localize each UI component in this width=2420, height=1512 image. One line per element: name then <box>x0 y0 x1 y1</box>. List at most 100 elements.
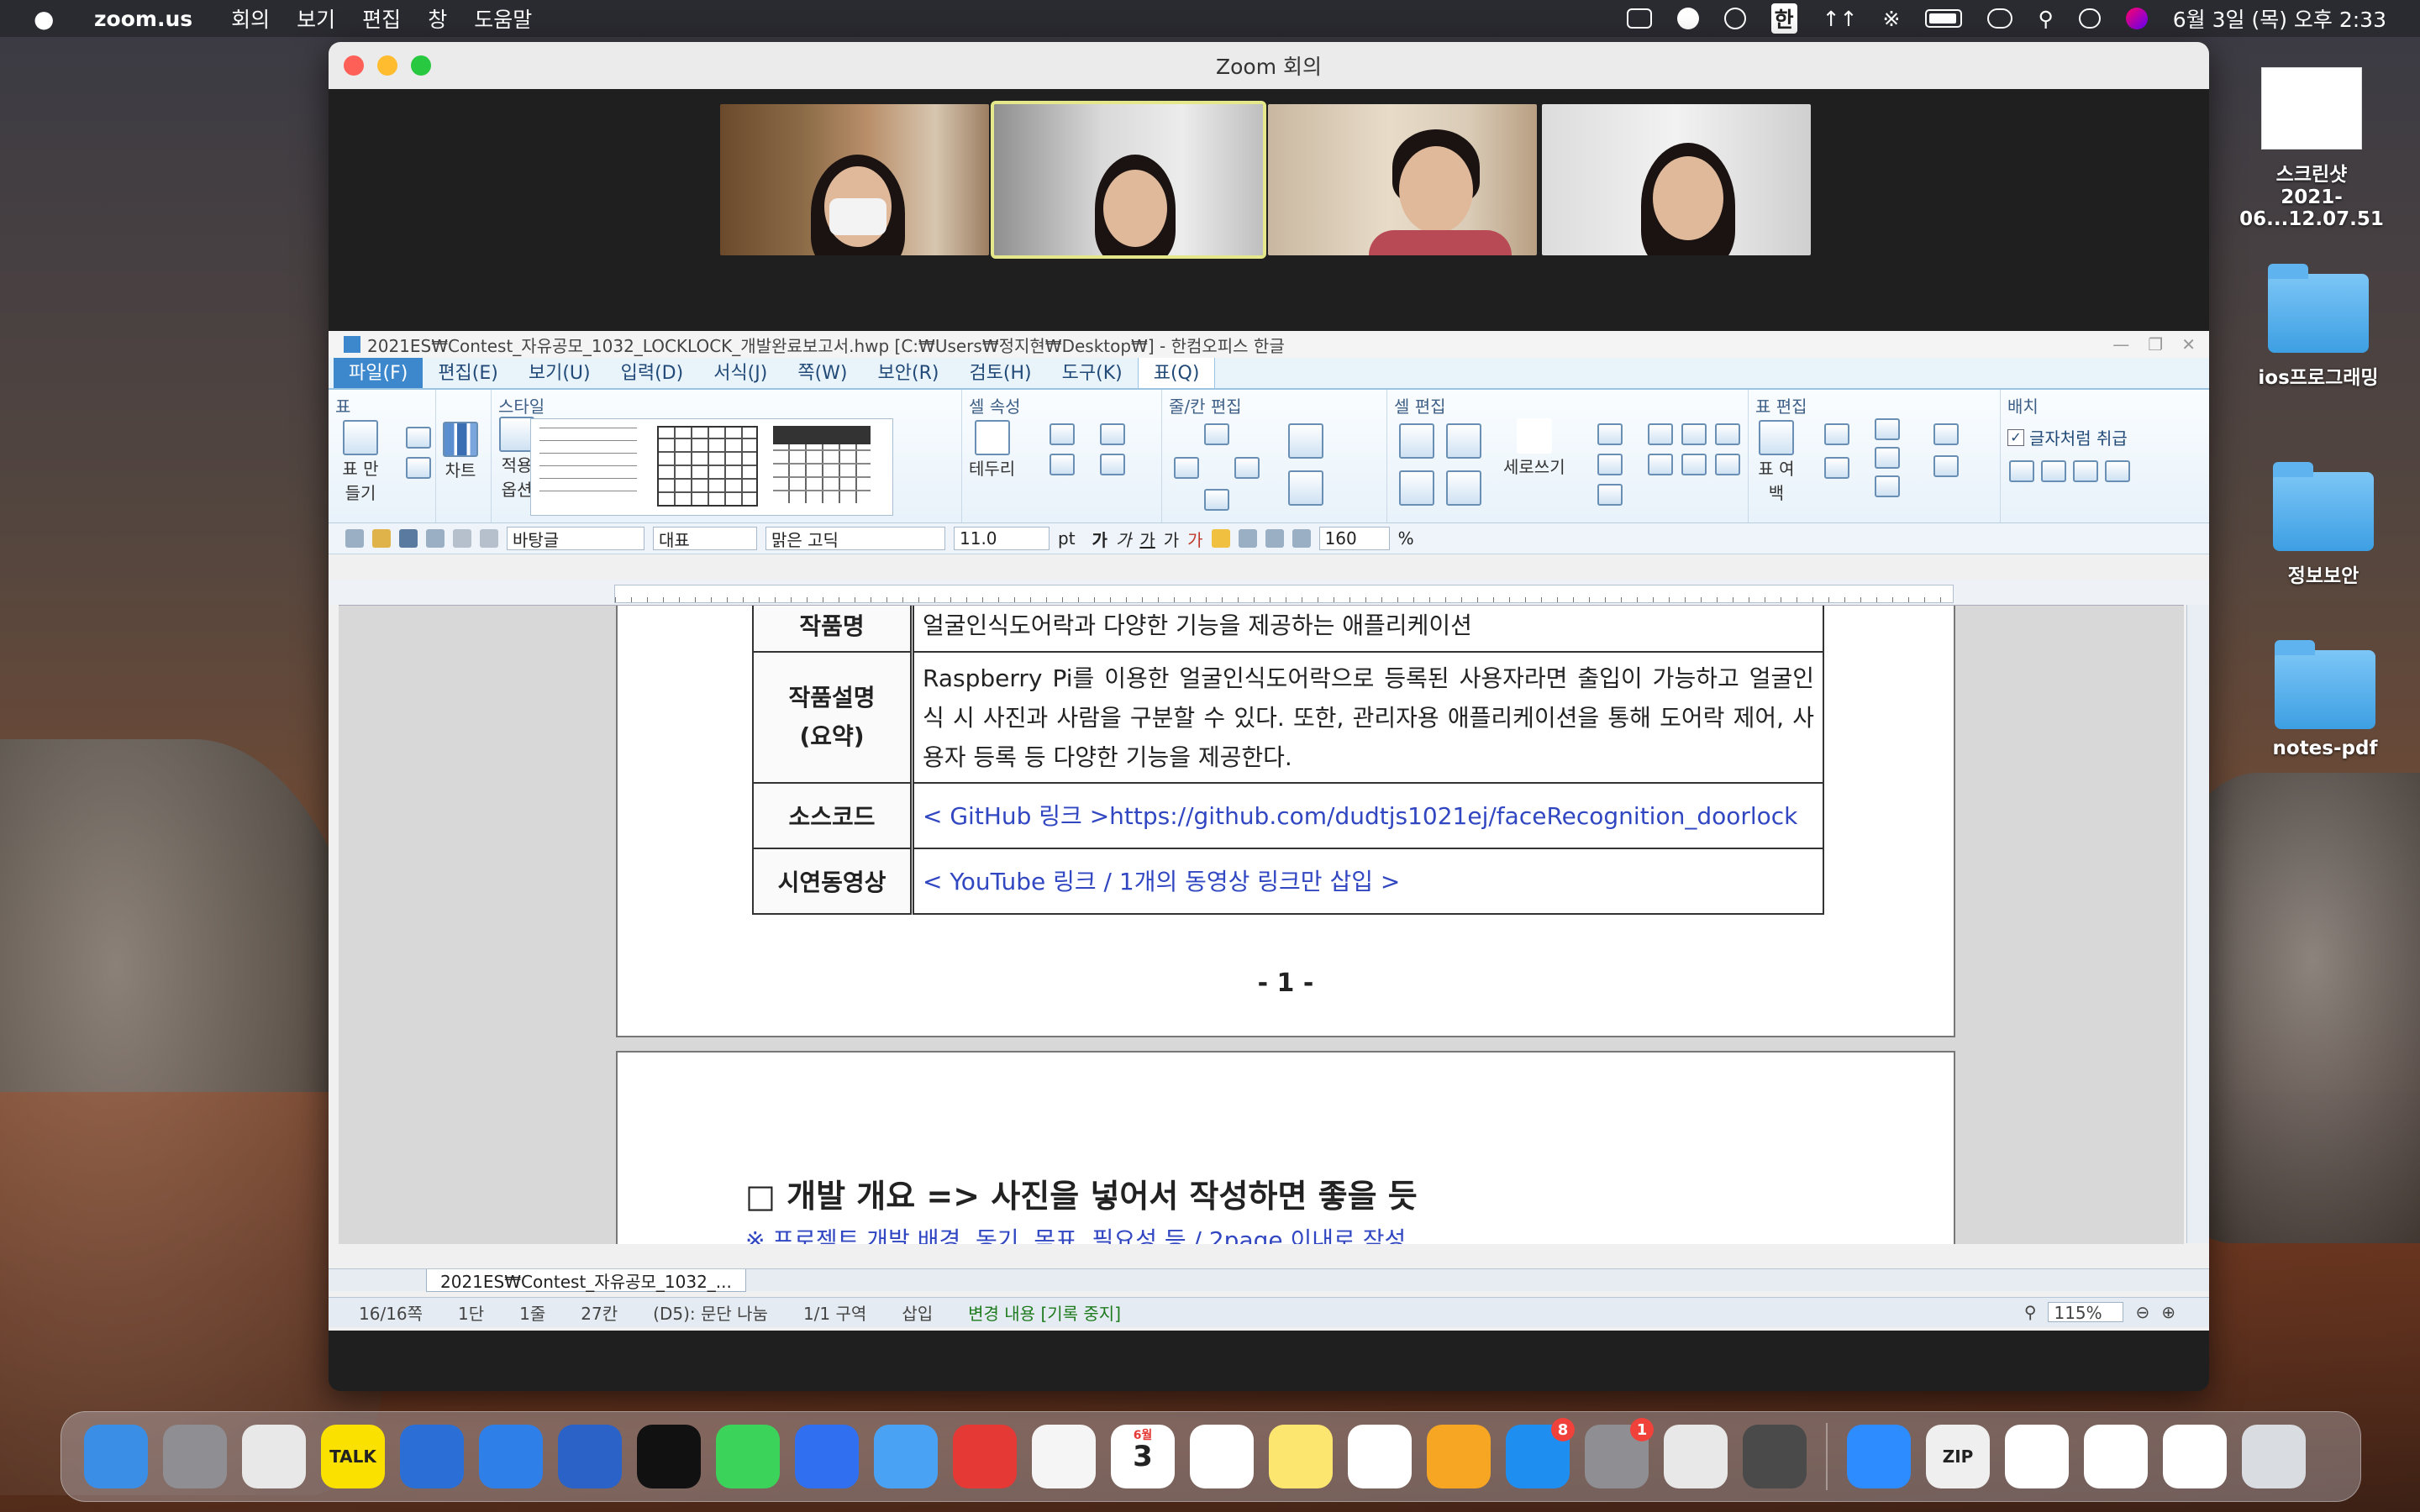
github-link[interactable]: < GitHub 링크 >https://github.com/dudtjs10… <box>911 782 1824 849</box>
cell-align-mc-icon[interactable] <box>1681 454 1707 475</box>
control-center-icon[interactable] <box>2078 8 2101 29</box>
document-tab[interactable]: 2021ES₩Contest_자유공모_1032_... <box>426 1269 746 1292</box>
dock-app-app-store[interactable]: 8 <box>1506 1418 1575 1488</box>
participant-tile-active-speaker[interactable] <box>991 101 1266 259</box>
chart-button[interactable]: 차트 <box>443 422 478 481</box>
dock-app-doc-2[interactable] <box>2084 1425 2148 1488</box>
table-style-gallery[interactable] <box>530 418 893 516</box>
line-spacing-field[interactable]: 160 <box>1318 527 1390 550</box>
font-color-button[interactable]: 가 <box>1187 527 1202 551</box>
menu-security[interactable]: 보안(R) <box>863 354 955 388</box>
menu-format[interactable]: 서식(J) <box>698 354 782 388</box>
dock-app-reminders[interactable] <box>1190 1425 1254 1488</box>
dock-app-chrome-2[interactable] <box>1664 1425 1728 1488</box>
dock-app-xcode-helper[interactable] <box>400 1425 464 1488</box>
align-right-icon[interactable] <box>1292 529 1311 548</box>
insert-row-below-icon[interactable] <box>1204 489 1229 511</box>
dock-app-photos[interactable] <box>1032 1425 1096 1488</box>
cell-align-tr-icon[interactable] <box>1715 423 1740 445</box>
dock-app-terminal[interactable] <box>637 1425 701 1488</box>
menu-edit[interactable]: 편집(E) <box>423 354 513 388</box>
insert-column-right-icon[interactable] <box>1234 457 1260 479</box>
table-width-icon[interactable] <box>1824 457 1849 479</box>
menu-item-window[interactable]: 창 <box>428 3 447 34</box>
table-margin-button[interactable]: 표 여백 <box>1755 420 1797 504</box>
menu-item-view[interactable]: 보기 <box>297 3 335 34</box>
merge-cells-icon[interactable] <box>1399 423 1434 459</box>
airpods-icon[interactable]: ↑↑ <box>1823 7 1858 31</box>
dock-app-kakaotalk[interactable]: TALK <box>321 1425 385 1488</box>
menu-insert[interactable]: 입력(D) <box>606 354 699 388</box>
status-track-changes[interactable]: 변경 내용 [기록 중지] <box>968 1300 1121 1325</box>
delete-row-icon[interactable] <box>1288 423 1323 459</box>
cell-align-mr-icon[interactable] <box>1715 454 1740 475</box>
restore-icon[interactable]: ❐ <box>2148 334 2163 354</box>
dock-app-chrome[interactable] <box>242 1425 306 1488</box>
dock-app-pages[interactable] <box>1427 1425 1491 1488</box>
dock-app-notes[interactable] <box>1269 1425 1333 1488</box>
desktop-item-ios-folder[interactable]: ios프로그래밍 <box>2238 264 2398 390</box>
zoom-out-icon[interactable]: ⊖ <box>2135 1302 2149 1322</box>
align-top-icon[interactable] <box>1597 423 1623 445</box>
cell-height-icon[interactable] <box>1875 418 1900 440</box>
magnifier-icon[interactable]: ⚲ <box>2024 1302 2037 1322</box>
dock-app-keynote[interactable] <box>1348 1425 1412 1488</box>
save-icon[interactable] <box>399 529 418 548</box>
style-select[interactable]: 바탕글 <box>507 527 644 550</box>
underline-button[interactable]: 가 <box>1139 527 1155 551</box>
language-select[interactable]: 대표 <box>653 527 757 550</box>
notification-icon[interactable] <box>1676 8 1699 29</box>
participant-tile[interactable] <box>720 104 989 255</box>
dock-app-mail[interactable] <box>874 1425 938 1488</box>
close-icon[interactable]: ✕ <box>2181 334 2196 354</box>
cell-fill-icon[interactable] <box>1050 454 1075 475</box>
wrap-icon[interactable] <box>2105 460 2130 482</box>
distribute-rows-icon[interactable] <box>1399 470 1434 506</box>
menu-app-name[interactable]: zoom.us <box>94 7 192 31</box>
dock-app-archive[interactable]: ZIP <box>1926 1425 1990 1488</box>
dock-app-finder[interactable] <box>84 1425 148 1488</box>
font-select[interactable]: 맑은 고딕 <box>765 527 945 550</box>
battery-icon[interactable] <box>1925 9 1963 28</box>
zoom-title-bar[interactable]: Zoom 회의 <box>329 42 2209 89</box>
cell-color-icon[interactable] <box>1050 423 1075 445</box>
vertical-writing-button[interactable]: 세로쓰기 <box>1503 418 1565 478</box>
insert-row-above-icon[interactable] <box>1204 423 1229 445</box>
cell-align-ml-icon[interactable] <box>1648 454 1673 475</box>
menu-tools[interactable]: 도구(K) <box>1047 354 1138 388</box>
line-weight-icon[interactable] <box>1100 454 1125 475</box>
vertical-scrollbar[interactable] <box>2186 605 2209 1243</box>
formula-icon[interactable] <box>1933 423 1959 445</box>
new-doc-icon[interactable] <box>345 529 364 548</box>
zoom-level-field[interactable]: 115% <box>2048 1302 2124 1323</box>
cell-align-tc-icon[interactable] <box>1681 423 1707 445</box>
menu-file[interactable]: 파일(F) <box>334 354 424 388</box>
table-style-icon[interactable] <box>406 427 431 449</box>
play-icon[interactable] <box>1723 8 1746 29</box>
distribute-columns-icon[interactable] <box>1446 470 1481 506</box>
dock-app-player[interactable] <box>953 1425 1017 1488</box>
bold-button[interactable]: 가 <box>1092 527 1107 551</box>
menu-table[interactable]: 표(Q) <box>1137 354 1216 388</box>
participant-tile[interactable] <box>1268 104 1537 255</box>
menu-review[interactable]: 검토(H) <box>954 354 1046 388</box>
youtube-link[interactable]: < YouTube 링크 / 1개의 동영상 링크만 삽입 > <box>911 848 1824 915</box>
wrap-icon[interactable] <box>2073 460 2098 482</box>
minimize-window-button[interactable] <box>377 55 397 76</box>
open-folder-icon[interactable] <box>372 529 391 548</box>
dock-app-instruments[interactable] <box>558 1425 622 1488</box>
section-heading[interactable]: □ 개발 개요 => 사진을 넣어서 작성하면 좋을 듯 <box>745 1170 1418 1216</box>
close-window-button[interactable] <box>344 55 364 76</box>
table-erase-icon[interactable] <box>406 457 431 479</box>
dock-app-zoom[interactable] <box>1847 1425 1911 1488</box>
desktop-item-security-folder[interactable]: 정보보안 <box>2244 462 2403 588</box>
dock-app-system-preferences[interactable]: 1 <box>1585 1418 1654 1488</box>
status-insert-mode[interactable]: 삽입 <box>902 1300 933 1325</box>
align-middle-icon[interactable] <box>1597 454 1623 475</box>
dock-app-launchpad[interactable] <box>163 1425 227 1488</box>
participant-tile[interactable] <box>1542 104 1811 255</box>
dock-app-doc-1[interactable] <box>2005 1425 2069 1488</box>
align-center-icon[interactable] <box>1265 529 1284 548</box>
redo-icon[interactable] <box>480 529 498 548</box>
table-style-dark[interactable] <box>773 426 871 503</box>
